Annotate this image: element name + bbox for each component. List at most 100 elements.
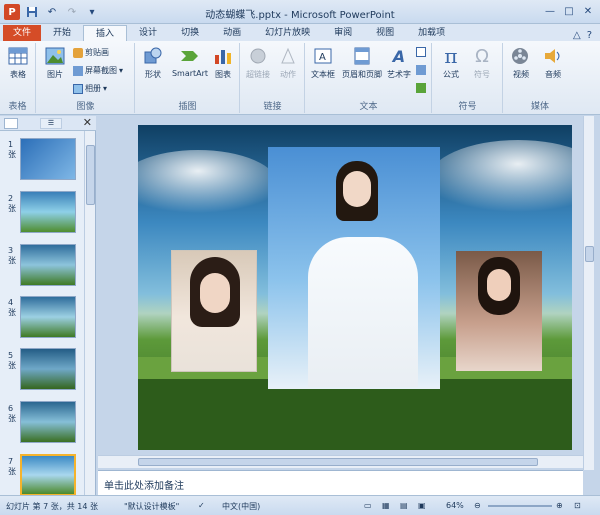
slide-thumb-number: 3张 [8,246,16,265]
audio-button[interactable]: 音频 [538,45,568,80]
normal-view-icon[interactable]: ▭ [364,501,372,510]
picture-button[interactable]: 图片 [40,45,70,80]
slides-pane: ☰ ✕ 1张 2张 3张 4张 5张 6张 7张 [0,116,96,496]
tab-review[interactable]: 审阅 [322,25,364,41]
tab-file[interactable]: 文件 [3,25,42,41]
zoom-in-icon[interactable]: ⊕ [556,501,563,510]
video-button[interactable]: 视频 [506,45,536,80]
smartart-button[interactable]: SmartArt [172,45,208,78]
screenshot-button[interactable]: 屏幕截图 ▾ [73,65,123,76]
slide-thumb-number: 4张 [8,298,16,317]
group-links: 超链接 动作 链接 [241,43,305,113]
slide-horizontal-scrollbar[interactable] [98,455,583,468]
scrollbar-thumb[interactable] [86,145,95,205]
smartart-icon [179,45,201,67]
tab-outline[interactable]: ☰ [40,118,62,129]
calendar-icon [416,47,426,57]
spellcheck-icon[interactable]: ✓ [198,501,205,510]
group-label: 链接 [263,102,282,112]
screenshot-icon [73,65,83,76]
table-button[interactable]: 表格 [3,45,33,80]
zoom-out-icon[interactable]: ⊖ [474,501,481,510]
date-time-button[interactable] [416,47,426,57]
slide-area-scrollbar[interactable] [583,116,594,470]
close-icon[interactable]: ✕ [580,3,596,19]
action-button[interactable]: 动作 [273,45,303,80]
hyperlink-icon [247,45,269,67]
maximize-icon[interactable]: □ [561,3,577,19]
tab-design[interactable]: 设计 [127,25,169,41]
slide-thumb-7[interactable] [20,454,76,496]
status-bar: 幻灯片 第 7 张，共 14 张 "默认设计模板" ✓ 中文(中国) ▭ ▦ ▤… [0,495,600,515]
current-slide[interactable] [138,125,572,450]
speaker-icon [542,45,564,67]
slide-thumb-1[interactable] [20,138,76,180]
slide-info: 幻灯片 第 7 张，共 14 张 [6,502,98,511]
tab-animations[interactable]: 动画 [211,25,253,41]
slide-thumb-number: 7张 [8,457,16,476]
fit-to-window-icon[interactable]: ⊡ [574,501,581,510]
tab-transitions[interactable]: 切换 [169,25,211,41]
slide-thumb-3[interactable] [20,244,76,286]
equation-button[interactable]: π 公式 [436,44,466,80]
title-bar: P ↶ ↷ ▾ 动态蝴蝶飞.pptx - Microsoft PowerPoin… [0,0,600,24]
slideshow-icon[interactable]: ▣ [418,501,426,510]
slide-thumb-6[interactable] [20,401,76,443]
tab-slides-icon[interactable] [4,118,18,129]
photo-left[interactable] [171,250,257,372]
close-icon[interactable]: ✕ [83,116,92,129]
tab-insert[interactable]: 插入 [83,25,128,41]
textbox-button[interactable]: A 文本框 [308,45,338,80]
slide-thumb-5[interactable] [20,348,76,390]
collapse-ribbon-icon[interactable]: △ [573,30,581,41]
slides-pane-scrollbar[interactable] [84,131,95,496]
slide-sorter-icon[interactable]: ▦ [382,501,390,510]
picture-icon [44,45,66,67]
group-images: 图片 剪贴画 屏幕截图 ▾ 相册 ▾ 图像 [37,43,135,113]
language-indicator[interactable]: 中文(中国) [222,501,260,512]
svg-text:A: A [319,52,326,63]
ribbon-right-controls: △ ? [573,30,600,41]
tab-slideshow[interactable]: 幻灯片放映 [253,25,322,41]
object-button[interactable] [416,83,426,93]
group-label: 符号 [458,102,477,112]
slide-thumb-2[interactable] [20,191,76,233]
symbol-button[interactable]: Ω 符号 [467,45,497,80]
scrollbar-thumb[interactable] [585,246,594,262]
clipart-icon [73,47,83,58]
group-media: 视频 音频 媒体 [504,43,576,113]
photo-center[interactable] [268,147,440,389]
group-text: A 文本框 页眉和页脚 A 艺术字 文本 [306,43,432,113]
notes-placeholder[interactable]: 单击此处添加备注 [104,477,184,492]
group-label: 图像 [76,102,95,112]
reading-view-icon[interactable]: ▤ [400,501,408,510]
object-icon [416,83,426,93]
help-icon[interactable]: ? [587,30,592,41]
clipart-button[interactable]: 剪贴画 [73,47,109,58]
wordart-button[interactable]: A 艺术字 [384,45,414,80]
theme-name[interactable]: "默认设计模板" [124,501,179,512]
header-footer-button[interactable]: 页眉和页脚 [342,45,382,80]
header-footer-icon [351,45,373,67]
group-label: 文本 [359,102,378,112]
photo-right[interactable] [456,251,542,371]
tab-home[interactable]: 开始 [41,25,83,41]
group-table: 表格 表格 [0,43,36,113]
slide-thumb-4[interactable] [20,296,76,338]
shapes-icon [142,45,164,67]
chart-button[interactable]: 图表 [208,45,238,80]
zoom-level[interactable]: 64% [446,501,464,510]
tab-view[interactable]: 视图 [364,25,406,41]
hyperlink-button[interactable]: 超链接 [243,45,273,80]
album-button[interactable]: 相册 ▾ [73,83,107,94]
minimize-icon[interactable]: — [542,3,558,19]
slide-number-button[interactable] [416,65,426,75]
shapes-button[interactable]: 形状 [138,45,168,80]
zoom-slider[interactable] [488,505,552,507]
tab-addins[interactable]: 加载项 [406,25,457,41]
group-symbols: π 公式 Ω 符号 符号 [433,43,503,113]
notes-pane[interactable]: 单击此处添加备注 [98,470,583,495]
scrollbar-thumb[interactable] [138,458,538,466]
textbox-icon: A [312,45,334,67]
chevron-down-icon: ▾ [103,84,108,93]
